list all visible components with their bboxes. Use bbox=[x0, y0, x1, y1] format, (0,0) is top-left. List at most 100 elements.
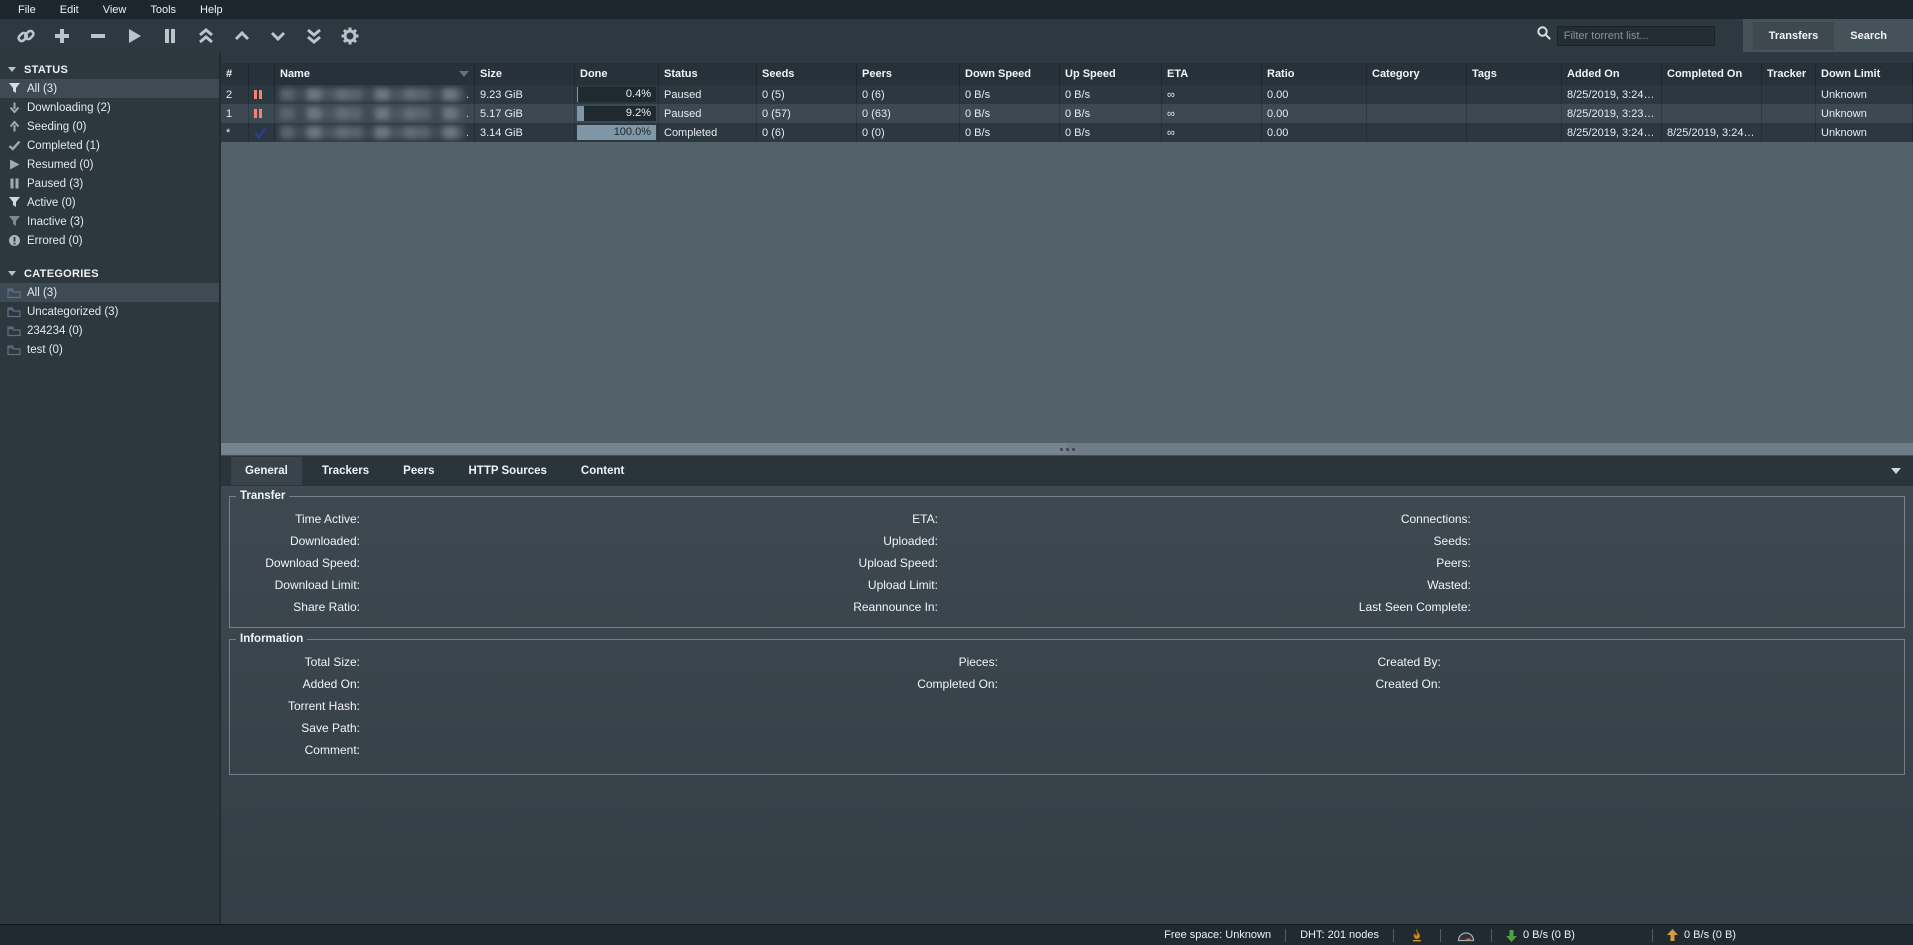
magnifier-icon bbox=[1536, 25, 1552, 46]
sidebar-category-test[interactable]: test (0) bbox=[0, 340, 219, 359]
paused-icon bbox=[249, 85, 275, 104]
column-down-limit[interactable]: Down Limit bbox=[1816, 63, 1913, 85]
tab-general[interactable]: General bbox=[231, 457, 302, 485]
tab-peers[interactable]: Peers bbox=[389, 457, 448, 485]
tab-content[interactable]: Content bbox=[567, 457, 638, 485]
bottom-priority-icon[interactable] bbox=[296, 23, 332, 49]
table-row[interactable]: 1 . 5.17 GiB 9.2% Paused 0 (57) 0 (63) 0… bbox=[221, 104, 1913, 123]
increase-priority-icon[interactable] bbox=[224, 23, 260, 49]
blurred-torrent-name bbox=[280, 88, 464, 101]
tab-transfers[interactable]: Transfers bbox=[1753, 22, 1835, 50]
column-down-speed[interactable]: Down Speed bbox=[960, 63, 1060, 85]
scrollbar-thumb[interactable] bbox=[221, 443, 1067, 454]
sidebar-item-paused[interactable]: Paused (3) bbox=[0, 174, 219, 193]
top-priority-icon[interactable] bbox=[188, 23, 224, 49]
options-gear-icon[interactable] bbox=[332, 23, 368, 49]
down-arrow-icon bbox=[1506, 929, 1517, 942]
information-section-title: Information bbox=[236, 633, 307, 645]
play-icon bbox=[7, 158, 21, 171]
field-label: Upload Speed: bbox=[788, 556, 938, 570]
resume-icon[interactable] bbox=[116, 23, 152, 49]
column-added-on[interactable]: Added On bbox=[1562, 63, 1662, 85]
information-section: Information Total Size: Added On: Torren… bbox=[229, 633, 1905, 775]
error-icon bbox=[7, 234, 21, 247]
torrent-list: # Name Size Done Status Seeds Peers Down… bbox=[221, 63, 1913, 443]
column-name[interactable]: Name bbox=[275, 63, 475, 85]
add-icon[interactable] bbox=[44, 23, 80, 49]
progress-cell: 0.4% bbox=[575, 85, 659, 104]
column-category[interactable]: Category bbox=[1367, 63, 1467, 85]
field-label: ETA: bbox=[788, 512, 938, 526]
torrent-table-header: # Name Size Done Status Seeds Peers Down… bbox=[221, 63, 1913, 85]
tab-http-sources[interactable]: HTTP Sources bbox=[455, 457, 561, 485]
categories-section-header[interactable]: CATEGORIES bbox=[0, 264, 219, 283]
sidebar-item-downloading[interactable]: Downloading (2) bbox=[0, 98, 219, 117]
speed-gauge-icon[interactable] bbox=[1441, 925, 1491, 945]
sidebar-category-234234[interactable]: 234234 (0) bbox=[0, 321, 219, 340]
table-row[interactable]: 2 . 9.23 GiB 0.4% Paused 0 (5) 0 (6) 0 B… bbox=[221, 85, 1913, 104]
panel-splitter[interactable] bbox=[221, 443, 1913, 456]
categories-section-label: CATEGORIES bbox=[24, 268, 99, 280]
tab-search[interactable]: Search bbox=[1834, 22, 1903, 50]
field-label: Peers: bbox=[1346, 556, 1471, 570]
column-ratio[interactable]: Ratio bbox=[1262, 63, 1367, 85]
global-upload-speed: 0 B/s (0 B) bbox=[1653, 925, 1803, 945]
torrent-filter-input[interactable] bbox=[1557, 26, 1715, 46]
field-label: Created By: bbox=[1346, 655, 1441, 669]
sidebar-item-seeding[interactable]: Seeding (0) bbox=[0, 117, 219, 136]
sidebar-category-all[interactable]: All (3) bbox=[0, 283, 219, 302]
sidebar-item-errored[interactable]: Errored (0) bbox=[0, 231, 219, 250]
field-label: Downloaded: bbox=[230, 534, 360, 548]
check-icon bbox=[7, 139, 21, 152]
sidebar-item-resumed[interactable]: Resumed (0) bbox=[0, 155, 219, 174]
column-tracker[interactable]: Tracker bbox=[1762, 63, 1816, 85]
status-section-header[interactable]: STATUS bbox=[0, 60, 219, 79]
column-size[interactable]: Size bbox=[475, 63, 575, 85]
menu-tools[interactable]: Tools bbox=[138, 4, 188, 16]
column-priority[interactable]: # bbox=[221, 63, 249, 85]
column-state-icon[interactable] bbox=[249, 63, 275, 85]
field-label: Download Speed: bbox=[230, 556, 360, 570]
pause-icon bbox=[7, 177, 21, 190]
sidebar-item-completed[interactable]: Completed (1) bbox=[0, 136, 219, 155]
paused-icon bbox=[249, 104, 275, 123]
field-label: Connections: bbox=[1346, 512, 1471, 526]
column-peers[interactable]: Peers bbox=[857, 63, 960, 85]
column-up-speed[interactable]: Up Speed bbox=[1060, 63, 1162, 85]
menu-edit[interactable]: Edit bbox=[48, 4, 91, 16]
menu-view[interactable]: View bbox=[91, 4, 139, 16]
tab-trackers[interactable]: Trackers bbox=[308, 457, 383, 485]
blurred-torrent-name bbox=[280, 107, 464, 120]
menu-help[interactable]: Help bbox=[188, 4, 235, 16]
field-label: Download Limit: bbox=[230, 578, 360, 592]
field-label: Save Path: bbox=[230, 721, 360, 735]
link-icon[interactable] bbox=[8, 23, 44, 49]
column-completed-on[interactable]: Completed On bbox=[1662, 63, 1762, 85]
collapse-caret-icon bbox=[8, 271, 16, 276]
sidebar-category-uncategorized[interactable]: Uncategorized (3) bbox=[0, 302, 219, 321]
window-tabs: Transfers Search bbox=[1743, 19, 1913, 52]
table-row[interactable]: * . 3.14 GiB 100.0% Completed 0 (6) 0 (0… bbox=[221, 123, 1913, 142]
collapse-panel-icon[interactable] bbox=[1891, 468, 1901, 474]
menu-file[interactable]: File bbox=[6, 4, 48, 16]
funnel-icon bbox=[7, 196, 21, 209]
sidebar-item-inactive[interactable]: Inactive (3) bbox=[0, 212, 219, 231]
sidebar-item-active[interactable]: Active (0) bbox=[0, 193, 219, 212]
pause-icon[interactable] bbox=[152, 23, 188, 49]
sort-desc-icon bbox=[459, 71, 469, 77]
column-done[interactable]: Done bbox=[575, 63, 659, 85]
sidebar-item-all-status[interactable]: All (3) bbox=[0, 79, 219, 98]
field-label: Share Ratio: bbox=[230, 600, 360, 614]
column-status[interactable]: Status bbox=[659, 63, 757, 85]
properties-panel: Transfer Time Active: Downloaded: Downlo… bbox=[221, 486, 1913, 924]
torrent-name: . bbox=[275, 123, 475, 142]
column-tags[interactable]: Tags bbox=[1467, 63, 1562, 85]
dht-nodes: DHT: 201 nodes bbox=[1286, 925, 1393, 945]
arrow-down-icon bbox=[7, 101, 21, 114]
column-eta[interactable]: ETA bbox=[1162, 63, 1262, 85]
column-seeds[interactable]: Seeds bbox=[757, 63, 857, 85]
flame-connection-icon bbox=[1394, 925, 1440, 945]
decrease-priority-icon[interactable] bbox=[260, 23, 296, 49]
torrent-name: . bbox=[275, 85, 475, 104]
remove-icon[interactable] bbox=[80, 23, 116, 49]
